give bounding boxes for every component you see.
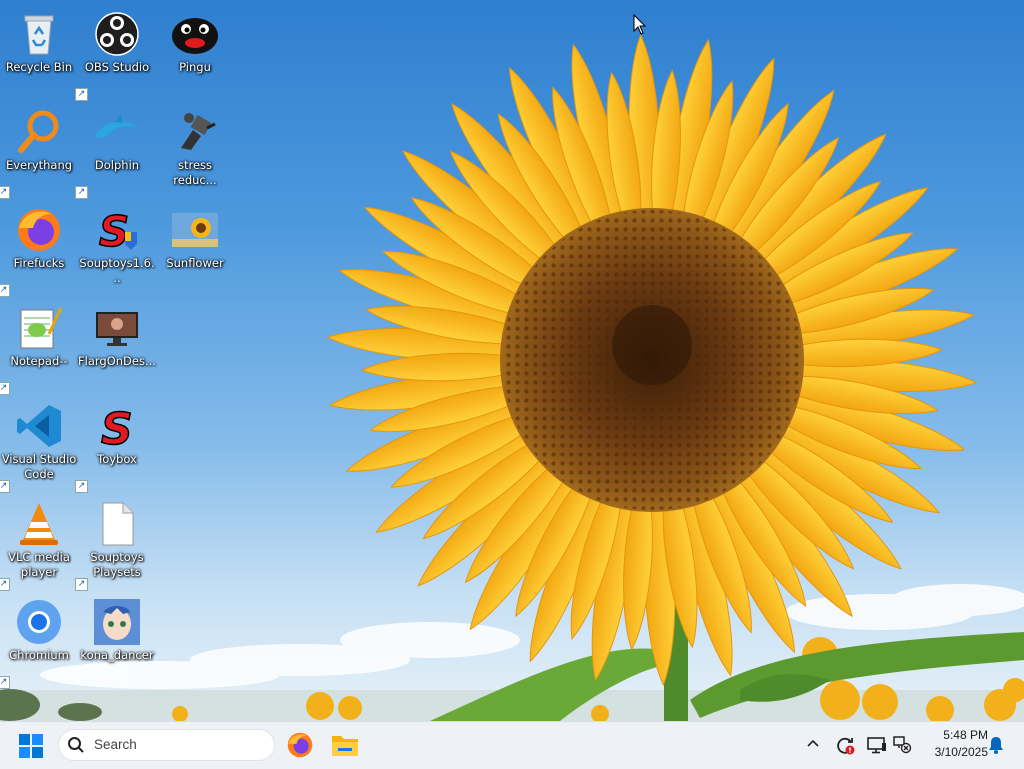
taskbar: Search 5:48 PM 3/10/2025 <box>0 721 1024 769</box>
icon-label: Toybox <box>97 452 137 466</box>
desktop-icon-souptoys-playsets[interactable]: ↗ Souptoys Playsets <box>75 492 156 591</box>
icon-label: Recycle Bin <box>5 60 73 74</box>
clock-date: 3/10/2025 <box>934 745 988 759</box>
stress-reducer-icon <box>171 108 219 156</box>
bell-icon <box>989 737 1003 754</box>
svg-text:S: S <box>99 207 129 254</box>
taskbar-file-explorer-button[interactable] <box>330 731 360 759</box>
desktop-icon-sunflower[interactable]: Sunflower <box>156 198 234 294</box>
icon-label: OBS Studio <box>84 60 150 74</box>
show-hidden-icons-button[interactable] <box>804 735 822 753</box>
desktop-icon-firefucks[interactable]: ↗ Firefucks <box>0 198 78 297</box>
taskbar-firefox-button[interactable] <box>286 731 314 759</box>
souptoys-icon: S <box>93 402 141 450</box>
icon-label: Pingu <box>179 60 211 74</box>
desktop[interactable]: Recycle Bin ↗ OBS Studio Pingu ↗ Everyth… <box>0 0 1024 721</box>
icon-label: Firefucks <box>13 256 65 270</box>
chevron-up-icon <box>807 739 819 747</box>
mouse-cursor-icon <box>633 14 647 35</box>
blank-file-icon <box>93 500 141 548</box>
tray-network-button[interactable] <box>892 734 912 754</box>
network-disconnected-icon <box>893 736 912 754</box>
sunflower-image-icon <box>171 206 219 254</box>
desktop-icon-chromium[interactable]: ↗ Chromium <box>0 590 78 689</box>
dolphin-icon <box>93 108 141 156</box>
icon-label: stress reduc... <box>173 158 217 187</box>
desktop-icon-souptoys-installer[interactable]: S Souptoys1.6... <box>78 198 156 294</box>
icon-label: FlargOnDes... <box>78 354 156 368</box>
windows-start-icon <box>19 734 43 758</box>
icon-label: Dolphin <box>94 158 140 172</box>
sync-icon <box>837 737 855 755</box>
monitor-icon <box>867 737 886 754</box>
pingu-icon <box>171 10 219 58</box>
tray-monitor-button[interactable] <box>866 734 888 756</box>
shortcut-arrow-icon: ↗ <box>0 676 10 689</box>
souptoys-installer-icon: S <box>93 206 141 254</box>
desktop-icon-pingu[interactable]: Pingu <box>156 2 234 98</box>
search-placeholder: Search <box>94 737 137 752</box>
tray-sync-button[interactable] <box>834 734 856 756</box>
monitor-app-icon <box>93 304 141 352</box>
icon-label: Souptoys1.6... <box>79 256 155 285</box>
desktop-icon-flargondes[interactable]: FlargOnDes... <box>78 296 156 392</box>
notifications-button[interactable] <box>986 735 1006 755</box>
recycle-bin-icon <box>15 10 63 58</box>
icon-label: Everythang <box>5 158 73 172</box>
desktop-icon-notepad[interactable]: ↗ Notepad-- <box>0 296 78 395</box>
icon-label: VLC media player <box>8 550 70 579</box>
desktop-icon-obs-studio[interactable]: ↗ OBS Studio <box>75 2 156 101</box>
anime-girl-icon <box>93 598 141 646</box>
clock-time: 5:48 PM <box>943 728 988 742</box>
chromium-icon <box>15 598 63 646</box>
icon-label: Chromium <box>9 648 69 662</box>
icon-label: Souptoys Playsets <box>90 550 144 579</box>
desktop-icon-kona-dancer[interactable]: kona_dancer <box>78 590 156 686</box>
icon-label: Visual Studio Code <box>1 452 77 481</box>
everything-search-icon <box>15 108 63 156</box>
notepad-icon <box>15 304 63 352</box>
desktop-icon-recycle-bin[interactable]: Recycle Bin <box>0 2 78 98</box>
icon-label: kona_dancer <box>80 648 154 662</box>
vscode-icon <box>15 402 63 450</box>
taskbar-search-box[interactable]: Search <box>58 729 275 761</box>
desktop-icon-stress-reducer[interactable]: stress reduc... <box>156 100 234 196</box>
desktop-icon-toybox[interactable]: S ↗ Toybox <box>75 394 156 493</box>
icon-label: Notepad-- <box>10 354 68 368</box>
taskbar-clock[interactable]: 5:48 PM 3/10/2025 <box>918 727 988 761</box>
firefox-icon <box>287 732 313 758</box>
desktop-icon-vscode[interactable]: ↗ Visual Studio Code <box>0 394 78 493</box>
desktop-icon-dolphin[interactable]: ↗ Dolphin <box>75 100 156 199</box>
start-button[interactable] <box>16 732 46 760</box>
desktop-icon-everythang[interactable]: ↗ Everythang <box>0 100 78 199</box>
obs-studio-icon <box>93 10 141 58</box>
search-icon <box>68 737 84 753</box>
desktop-icon-vlc[interactable]: ↗ VLC media player <box>0 492 78 591</box>
folder-icon <box>332 736 358 756</box>
icon-label: Sunflower <box>166 256 224 270</box>
vlc-icon <box>15 500 63 548</box>
svg-text:S: S <box>101 404 133 450</box>
firefox-icon <box>15 206 63 254</box>
